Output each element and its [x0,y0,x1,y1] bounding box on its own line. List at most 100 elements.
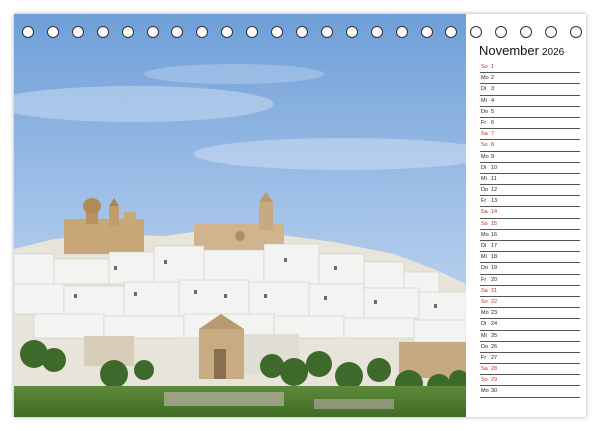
day-row: Sa 7 [480,129,580,141]
day-row: Mo 2 [480,73,580,85]
day-row: Fr 13 [480,196,580,208]
binding-ring [445,26,458,38]
weekday-label: So [481,64,488,70]
weekday-label: So [481,142,488,149]
day-row: Do 26 [480,342,580,353]
calendar-header: November 2026 [479,42,564,60]
calendar-panel: November 2026 So 1 Mo 2 Di 3 Mi 4 Do 5 Fr 6 Sa 7 So 8 Mo 9… [472,14,586,417]
day-number: 14 [491,209,498,216]
day-row: Mi 11 [480,174,580,186]
weekday-label: Mi [481,97,487,104]
day-number: 24 [491,321,498,328]
town-photo [14,14,466,417]
binding-ring [370,26,383,38]
day-number: 25 [491,332,498,339]
day-number: 1 [491,64,495,70]
weekday-label: Di [481,243,487,249]
day-row: Mo 30 [480,386,580,398]
day-row: Di 24 [480,319,580,331]
binding-ring [171,26,184,38]
day-number: 16 [491,231,498,238]
town-photo-graphic [14,14,466,417]
day-row: Mi 25 [480,331,580,342]
day-number: 4 [491,97,495,104]
day-number: 23 [491,310,498,317]
day-row: So 22 [480,297,580,309]
binding-ring [545,26,558,38]
weekday-label: So [481,220,488,227]
weekday-label: Di [481,86,487,93]
weekday-label: Do [481,187,489,194]
day-row: Sa 28 [480,364,580,376]
binding-ring [22,26,34,38]
binding-ring [121,26,134,38]
binding-ring [146,26,159,38]
weekday-label: Mo [481,153,489,160]
day-row: Fr 6 [480,118,580,130]
binding-ring [470,26,483,38]
day-number: 30 [491,388,498,395]
day-number: 26 [491,343,498,350]
binding-ring [221,26,234,38]
day-row: Fr 20 [480,275,580,286]
binding-ring [46,26,59,38]
binding-ring [271,26,284,38]
day-number: 6 [491,119,495,126]
weekday-label: Mi [481,332,487,339]
day-number: 5 [491,108,495,115]
weekday-label: So [481,298,488,305]
year-label: 2026 [541,47,565,58]
day-row: Sa 21 [480,286,580,297]
weekday-label: Do [481,108,489,115]
weekday-label: Sa [481,366,488,373]
day-row: Mo 9 [480,152,580,163]
calendar-page: November 2026 So 1 Mo 2 Di 3 Mi 4 Do 5 Fr 6 Sa 7 So 8 Mo 9… [14,14,586,417]
binding-ring [345,26,358,38]
weekday-label: Mo [481,310,489,317]
binding-ring [96,26,109,38]
month-title: November [479,43,539,58]
binding-ring [495,26,508,38]
weekday-label: Sa [481,287,488,294]
day-row: Di 10 [480,163,580,174]
day-row: Fr 27 [480,353,580,365]
day-row: Do 5 [480,107,580,118]
weekday-label: Fr [481,198,487,205]
day-row: Mo 23 [480,308,580,320]
binding-ring [295,26,308,38]
day-row: Do 19 [480,263,580,275]
day-number: 10 [491,164,498,171]
day-row: Di 17 [480,241,580,253]
day-row: Sa 14 [480,207,580,219]
day-row: So 15 [480,219,580,230]
day-number: 2 [491,75,495,82]
weekday-label: Mo [481,75,489,82]
spiral-binding [22,26,582,40]
day-row: Mo 16 [480,230,580,241]
day-row: Di 3 [480,84,580,96]
binding-ring [71,26,84,38]
weekday-label: Mi [481,175,487,182]
day-row: So 1 [480,62,580,74]
weekday-label: Sa [481,131,488,138]
weekday-label: Sa [481,209,488,216]
day-number: 7 [491,131,495,138]
day-number: 18 [491,254,498,261]
binding-ring [395,26,408,38]
day-number: 17 [491,243,498,249]
day-number: 27 [491,354,498,361]
weekday-label: Do [481,343,489,350]
day-number: 28 [491,366,498,373]
day-number: 3 [491,86,495,93]
day-number: 8 [491,142,495,149]
day-number: 9 [491,153,495,160]
weekday-label: Fr [481,119,487,126]
day-row: Do 12 [480,185,580,197]
day-number: 12 [491,187,498,194]
day-number: 13 [491,198,498,205]
binding-ring [569,26,582,38]
day-number: 29 [491,377,498,384]
weekday-label: So [481,377,488,384]
binding-ring [196,26,209,38]
binding-ring [320,26,333,38]
